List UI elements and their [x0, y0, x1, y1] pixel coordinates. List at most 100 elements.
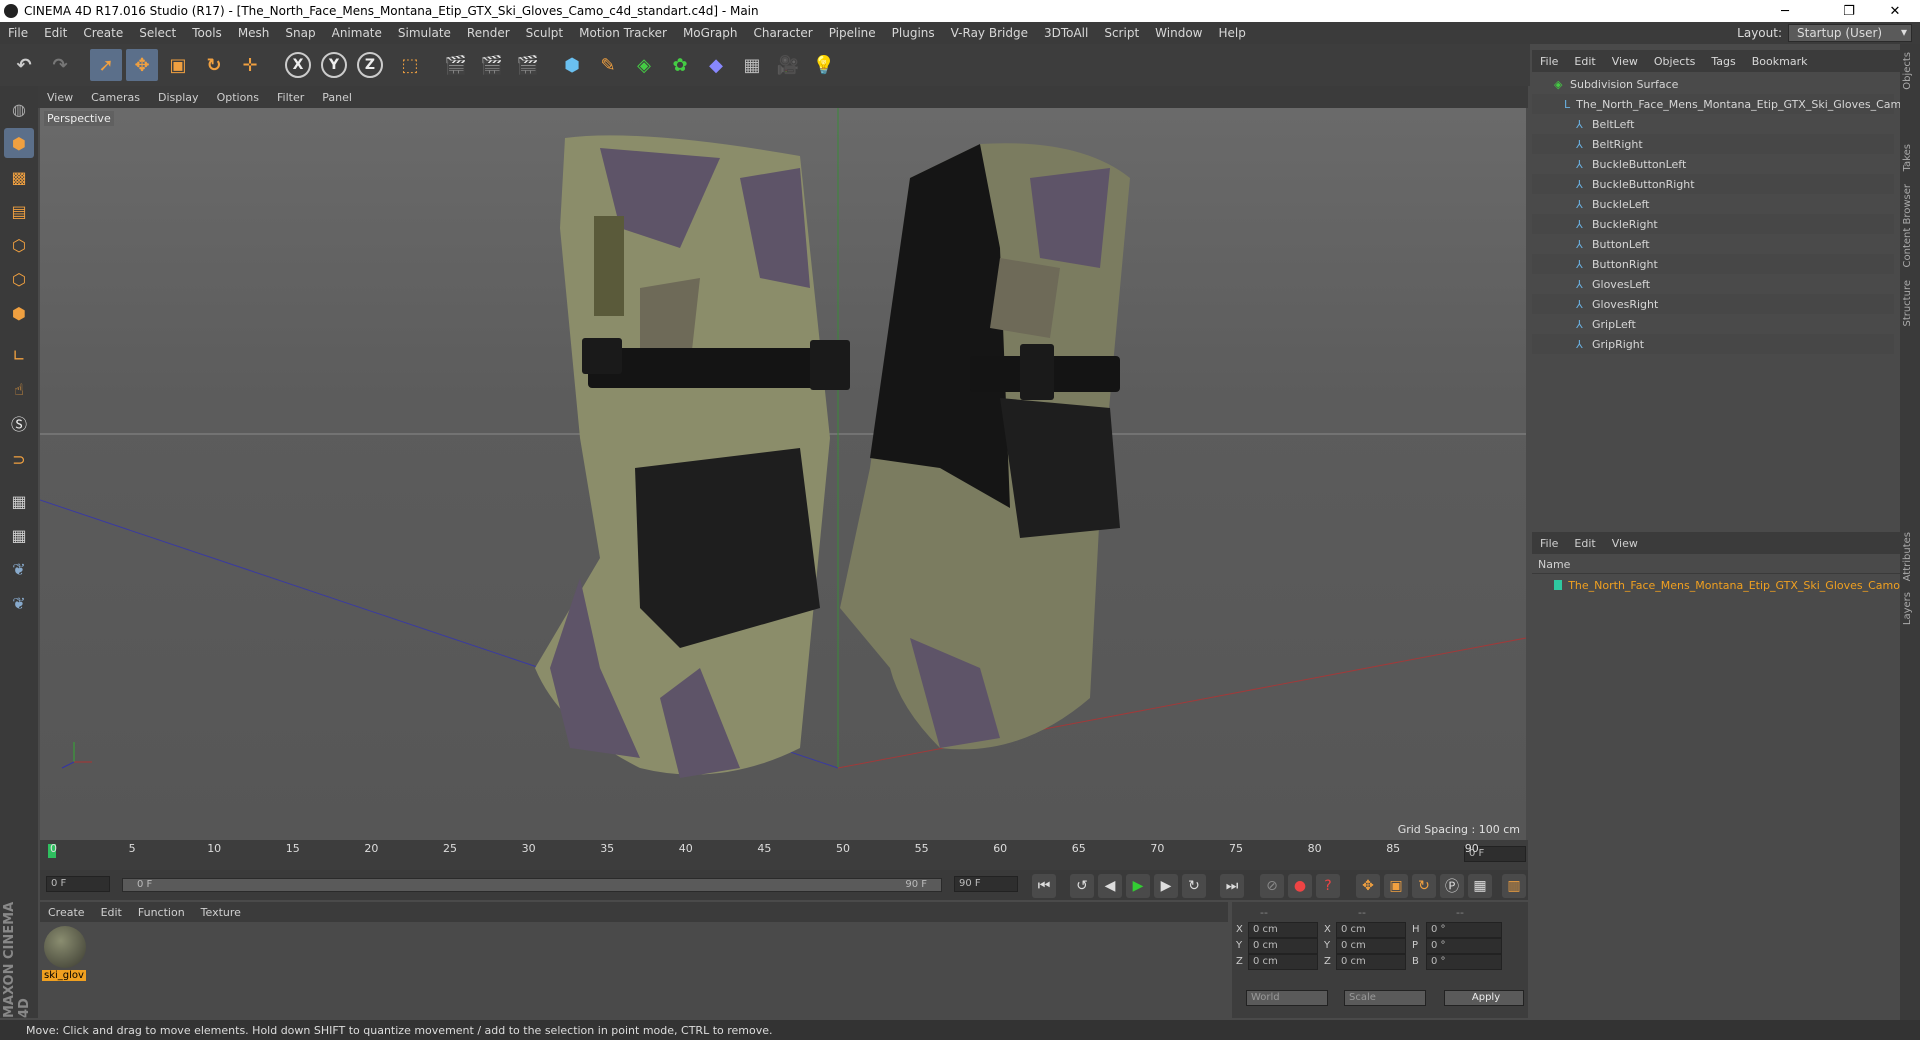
object-tree-row[interactable]: ◈ Subdivision Surface: [1532, 74, 1894, 94]
python-script-icon[interactable]: ❦: [4, 588, 34, 618]
material-menu-function[interactable]: Function: [130, 906, 193, 919]
coord-scale-dropdown[interactable]: Scale: [1344, 990, 1426, 1006]
magnet-icon[interactable]: ⊃: [4, 444, 34, 474]
deformer-icon[interactable]: ◆: [700, 49, 732, 81]
object-tree-row[interactable]: ⅄ GlovesRight: [1532, 294, 1894, 314]
menu-v-ray-bridge[interactable]: V-Ray Bridge: [943, 26, 1036, 40]
menu-3dtoall[interactable]: 3DToAll: [1036, 26, 1096, 40]
menu-render[interactable]: Render: [459, 26, 518, 40]
object-tree-row[interactable]: ⅄ GripRight: [1532, 334, 1894, 354]
timeline-ruler[interactable]: 0 F 0 5 10 15 20 25 30 35 40 45 50 55 60 65 70 75 80 85 90: [40, 840, 1528, 870]
object-tree-row[interactable]: ⅄ BuckleLeft: [1532, 194, 1894, 214]
goto-end-icon[interactable]: ⏭: [1220, 874, 1244, 898]
object-menu-view[interactable]: View: [1604, 55, 1646, 68]
viewport-menu-view[interactable]: View: [38, 91, 82, 104]
grid-snap-icon[interactable]: ▦: [4, 520, 34, 550]
layout-dropdown[interactable]: Startup (User): [1788, 24, 1912, 42]
layer-row[interactable]: The_North_Face_Mens_Montana_Etip_GTX_Ski…: [1532, 576, 1900, 594]
menu-window[interactable]: Window: [1147, 26, 1210, 40]
edges-mode-icon[interactable]: ⬡: [4, 264, 34, 294]
menu-simulate[interactable]: Simulate: [390, 26, 459, 40]
menu-mograph[interactable]: MoGraph: [675, 26, 746, 40]
object-menu-file[interactable]: File: [1532, 55, 1566, 68]
menu-file[interactable]: File: [0, 26, 36, 40]
object-tree-row[interactable]: ⅄ ButtonLeft: [1532, 234, 1894, 254]
points-mode-icon[interactable]: ⬡: [4, 230, 34, 260]
menu-tools[interactable]: Tools: [184, 26, 230, 40]
viewport-menu-options[interactable]: Options: [208, 91, 268, 104]
light-icon[interactable]: 💡: [808, 49, 840, 81]
array-icon[interactable]: ✿: [664, 49, 696, 81]
object-menu-bookmark[interactable]: Bookmark: [1744, 55, 1816, 68]
menu-snap[interactable]: Snap: [277, 26, 323, 40]
lock-y-button[interactable]: Y: [318, 49, 350, 81]
rotate-tool-icon[interactable]: ↻: [198, 49, 230, 81]
lock-z-button[interactable]: Z: [354, 49, 386, 81]
workplane-icon[interactable]: ▤: [4, 196, 34, 226]
menu-edit[interactable]: Edit: [36, 26, 75, 40]
coord-size-field[interactable]: 0 cm: [1336, 938, 1406, 954]
side-tab-takes[interactable]: Takes: [1902, 144, 1913, 171]
render-view-icon[interactable]: 🎬: [440, 49, 472, 81]
menu-animate[interactable]: Animate: [324, 26, 390, 40]
start-frame-field[interactable]: 0 F: [46, 876, 110, 892]
coord-position-field[interactable]: 0 cm: [1248, 954, 1318, 970]
minimize-button[interactable]: ─: [1762, 0, 1808, 22]
next-frame-icon[interactable]: ▶: [1154, 874, 1178, 898]
close-button[interactable]: ✕: [1872, 0, 1918, 22]
redo-icon[interactable]: ↷: [44, 49, 76, 81]
spline-pen-icon[interactable]: ✎: [592, 49, 624, 81]
goto-start-icon[interactable]: ⏮: [1032, 874, 1056, 898]
material-menu-edit[interactable]: Edit: [93, 906, 130, 919]
key-param-icon[interactable]: Ⓟ: [1440, 874, 1464, 898]
coordinate-system-icon[interactable]: ⬚: [394, 49, 426, 81]
undo-icon[interactable]: ↶: [8, 49, 40, 81]
menu-motion-tracker[interactable]: Motion Tracker: [571, 26, 675, 40]
object-menu-objects[interactable]: Objects: [1646, 55, 1704, 68]
coord-mode-dropdown[interactable]: World: [1246, 990, 1328, 1006]
viewport-perspective[interactable]: Perspective Grid Spacing : 100 cm: [40, 108, 1526, 840]
render-settings-icon[interactable]: 🎬: [512, 49, 544, 81]
menu-sculpt[interactable]: Sculpt: [518, 26, 571, 40]
material-menu-create[interactable]: Create: [40, 906, 93, 919]
apply-button[interactable]: Apply: [1444, 990, 1524, 1006]
axis-mode-icon[interactable]: ∟: [4, 340, 34, 370]
timeline-window-icon[interactable]: ▥: [1502, 874, 1526, 898]
object-tree-row[interactable]: L The_North_Face_Mens_Montana_Etip_GTX_Sk…: [1532, 94, 1908, 114]
scale-tool-icon[interactable]: ▣: [162, 49, 194, 81]
menu-character[interactable]: Character: [745, 26, 820, 40]
material-name[interactable]: ski_glov: [42, 970, 86, 981]
loop-icon[interactable]: ↻: [1182, 874, 1206, 898]
layer-menu-edit[interactable]: Edit: [1566, 537, 1603, 550]
menu-pipeline[interactable]: Pipeline: [821, 26, 884, 40]
side-tab-content-browser[interactable]: Content Browser: [1902, 184, 1913, 267]
key-pla-icon[interactable]: ▦: [1468, 874, 1492, 898]
coord-position-field[interactable]: 0 cm: [1248, 938, 1318, 954]
layer-menu-view[interactable]: View: [1604, 537, 1646, 550]
object-tree-row[interactable]: ⅄ ButtonRight: [1532, 254, 1894, 274]
polygons-mode-icon[interactable]: ⬢: [4, 298, 34, 328]
object-tree-row[interactable]: ⅄ BeltRight: [1532, 134, 1894, 154]
model-mode-icon[interactable]: ⬢: [4, 128, 34, 158]
object-tree-row[interactable]: ⅄ GripLeft: [1532, 314, 1894, 334]
play-icon[interactable]: ▶: [1126, 874, 1150, 898]
object-menu-tags[interactable]: Tags: [1703, 55, 1743, 68]
menu-create[interactable]: Create: [75, 26, 131, 40]
viewport-menu-cameras[interactable]: Cameras: [82, 91, 149, 104]
camera-icon[interactable]: 🎥: [772, 49, 804, 81]
key-scale-icon[interactable]: ▣: [1384, 874, 1408, 898]
menu-plugins[interactable]: Plugins: [884, 26, 943, 40]
layer-menu-file[interactable]: File: [1532, 537, 1566, 550]
lock-x-button[interactable]: X: [282, 49, 314, 81]
key-rotation-icon[interactable]: ↻: [1412, 874, 1436, 898]
viewport-menu-filter[interactable]: Filter: [268, 91, 313, 104]
make-editable-icon[interactable]: ◍: [4, 94, 34, 124]
subdivision-surface-icon[interactable]: ◈: [628, 49, 660, 81]
prev-key-icon[interactable]: ↺: [1070, 874, 1094, 898]
live-select-icon[interactable]: ➚: [90, 49, 122, 81]
record-disabled-icon[interactable]: ⊘: [1260, 874, 1284, 898]
material-menu-texture[interactable]: Texture: [193, 906, 249, 919]
side-tab-attributes[interactable]: Attributes: [1902, 532, 1913, 581]
render-picture-viewer-icon[interactable]: 🎬: [476, 49, 508, 81]
object-menu-edit[interactable]: Edit: [1566, 55, 1603, 68]
